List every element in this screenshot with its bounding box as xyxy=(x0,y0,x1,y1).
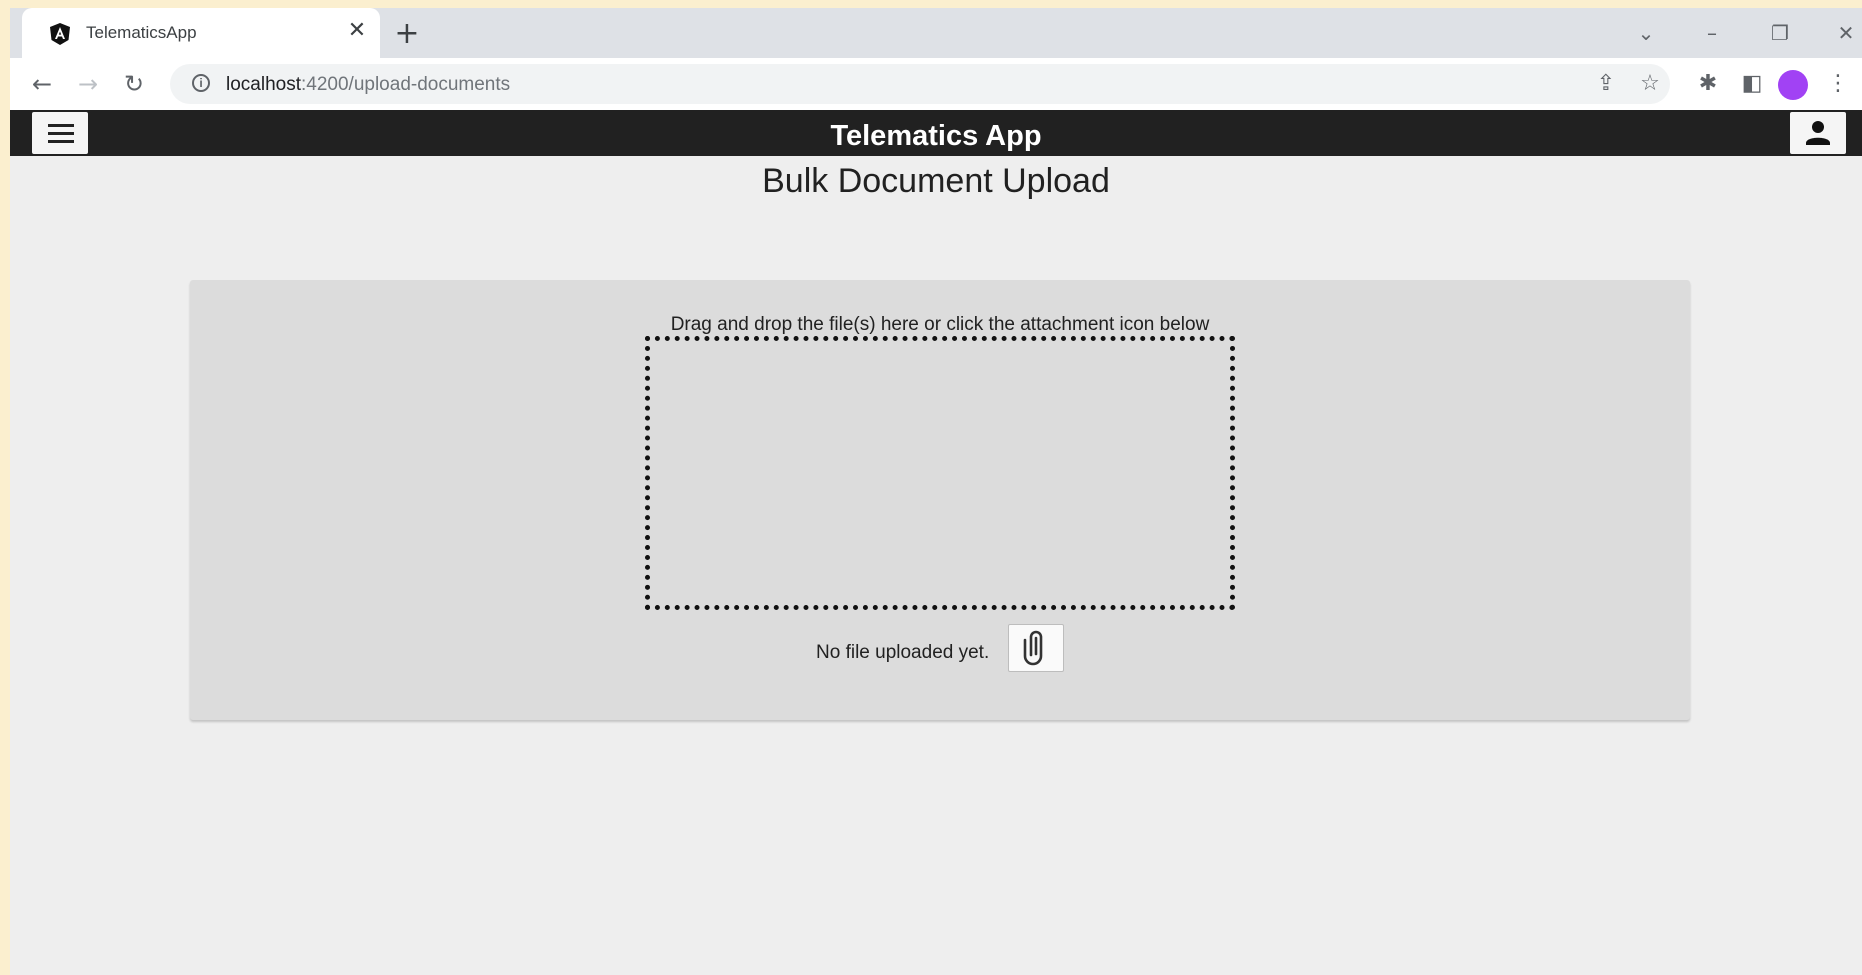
url-path: :4200/upload-documents xyxy=(301,74,511,95)
bookmark-star-icon[interactable]: ☆ xyxy=(1634,68,1666,100)
paperclip-icon xyxy=(1023,630,1043,666)
account-button[interactable] xyxy=(1790,112,1846,154)
url-text: localhost:4200/upload-documents xyxy=(226,74,510,96)
angular-icon xyxy=(50,23,70,45)
url-host: localhost xyxy=(226,74,301,95)
extensions-icon[interactable]: ✱ xyxy=(1692,68,1724,100)
page-title: Bulk Document Upload xyxy=(762,162,1110,200)
site-info-icon[interactable]: i xyxy=(192,74,210,92)
restore-button[interactable]: ❐ xyxy=(1760,18,1800,48)
app-title: Telematics App xyxy=(830,120,1042,152)
close-window-button[interactable]: ✕ xyxy=(1826,18,1862,48)
browser-toolbar: ← → ↻ i localhost:4200/upload-documents … xyxy=(10,58,1862,110)
tab-close-icon[interactable]: ✕ xyxy=(344,18,370,44)
profile-avatar[interactable] xyxy=(1778,70,1808,100)
file-drop-zone[interactable] xyxy=(645,336,1235,610)
browser-window: TelematicsApp ✕ + ⌄ – ❐ ✕ ← → ↻ i localh… xyxy=(10,8,1862,975)
tab-strip: TelematicsApp ✕ + ⌄ – ❐ ✕ xyxy=(10,8,1862,58)
reload-button[interactable]: ↻ xyxy=(118,68,150,100)
tab-telematicsapp[interactable]: TelematicsApp ✕ xyxy=(22,8,380,58)
attach-file-button[interactable] xyxy=(1008,624,1064,672)
upload-status-row: No file uploaded yet. xyxy=(190,624,1690,674)
tab-search-icon[interactable]: ⌄ xyxy=(1626,18,1666,48)
upload-card: Drag and drop the file(s) here or click … xyxy=(190,280,1690,720)
forward-button[interactable]: → xyxy=(72,68,104,100)
drop-hint: Drag and drop the file(s) here or click … xyxy=(670,314,1210,335)
address-bar[interactable]: i localhost:4200/upload-documents ⇪ ☆ xyxy=(170,64,1670,104)
app-toolbar: Telematics App xyxy=(10,110,1862,156)
share-icon[interactable]: ⇪ xyxy=(1590,68,1622,100)
new-tab-button[interactable]: + xyxy=(390,18,424,52)
person-icon xyxy=(1806,121,1830,145)
minimize-button[interactable]: – xyxy=(1692,18,1732,48)
browser-menu-icon[interactable]: ⋮ xyxy=(1822,68,1854,100)
upload-status-text: No file uploaded yet. xyxy=(816,642,990,663)
back-button[interactable]: ← xyxy=(26,68,58,100)
tab-title: TelematicsApp xyxy=(86,23,197,42)
side-panel-icon[interactable]: ◧ xyxy=(1736,68,1768,100)
